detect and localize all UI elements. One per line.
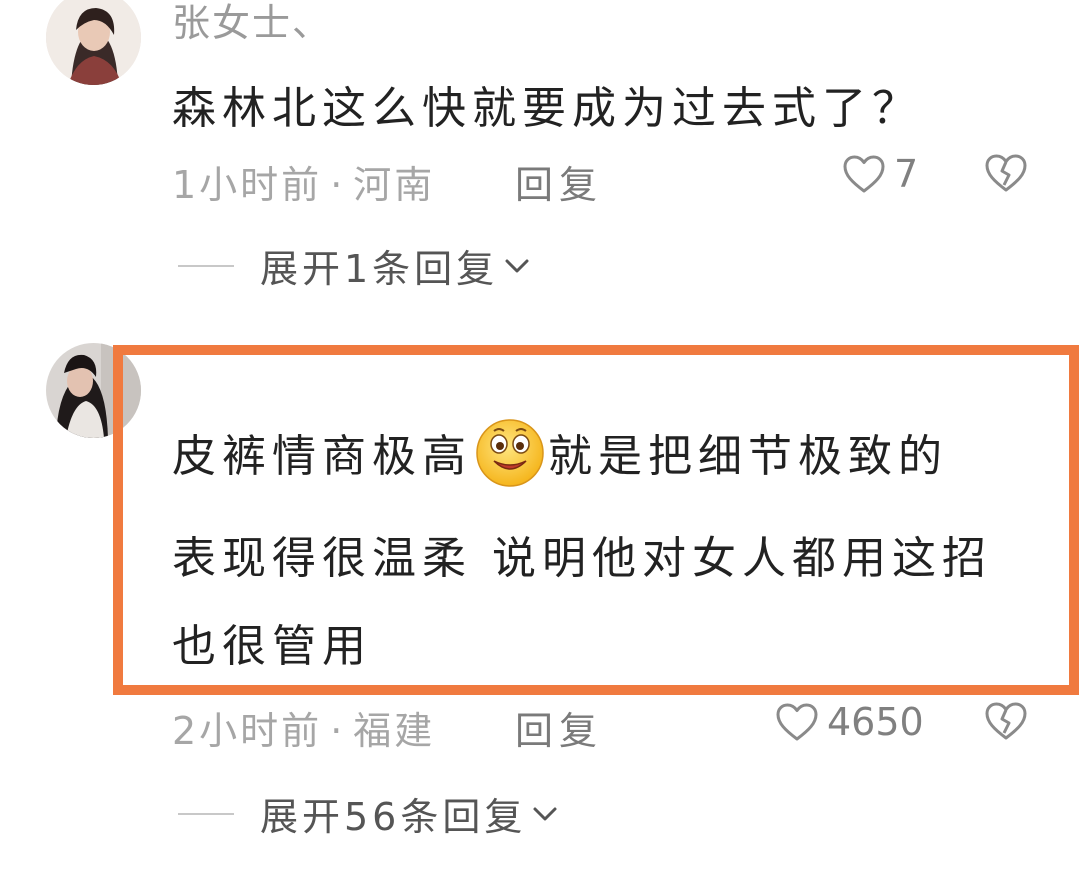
comment-text-line-1: 皮裤情商极高 就是把细节极致的 — [172, 419, 948, 495]
reply-button[interactable]: 回复 — [515, 700, 603, 755]
comment-location: 福建 — [353, 709, 436, 753]
comment-text-part: 皮裤情商极高 — [172, 431, 472, 482]
like-button[interactable]: 4650 — [775, 700, 924, 744]
comment-location: 河南 — [353, 163, 436, 207]
like-count: 7 — [894, 152, 919, 196]
meta-separator: · — [330, 163, 346, 207]
expand-replies-label: 展开56条回复 — [260, 795, 527, 839]
expand-divider — [178, 812, 234, 815]
comment-text: 森林北这么快就要成为过去式了？ — [172, 83, 922, 134]
broken-heart-icon — [985, 702, 1027, 740]
chevron-down-icon — [505, 259, 529, 272]
broken-heart-icon — [985, 154, 1027, 192]
expand-replies-button[interactable]: 展开56条回复 — [178, 786, 560, 841]
comment-time: 2小时前 — [172, 709, 323, 753]
comment-meta: 2小时前 · 福建 — [172, 700, 435, 755]
dislike-button[interactable] — [983, 700, 1029, 742]
avatar-image — [46, 0, 141, 85]
meta-separator: · — [330, 709, 346, 753]
avatar[interactable] — [46, 0, 141, 85]
heart-outline-icon — [843, 155, 885, 193]
chevron-down-icon — [533, 807, 557, 820]
comment-meta: 1小时前 · 河南 — [172, 154, 435, 209]
comment-text-line-2: 表现得很温柔 说明他对女人都用这招 — [172, 533, 992, 584]
reply-button[interactable]: 回复 — [515, 154, 603, 209]
like-count: 4650 — [827, 700, 924, 744]
expand-replies-label: 展开1条回复 — [260, 247, 499, 291]
username[interactable]: 张女士、 — [172, 0, 332, 47]
like-button[interactable]: 7 — [842, 152, 918, 196]
comment-text-line-3: 也很管用 — [172, 621, 372, 672]
expand-divider — [178, 264, 234, 267]
comment-time: 1小时前 — [172, 163, 323, 207]
expand-replies-button[interactable]: 展开1条回复 — [178, 238, 532, 293]
dislike-button[interactable] — [983, 152, 1029, 194]
heart-outline-icon — [776, 703, 818, 741]
smiling-face-emoji — [476, 419, 544, 487]
comment-text-part: 就是把细节极致的 — [548, 431, 948, 482]
